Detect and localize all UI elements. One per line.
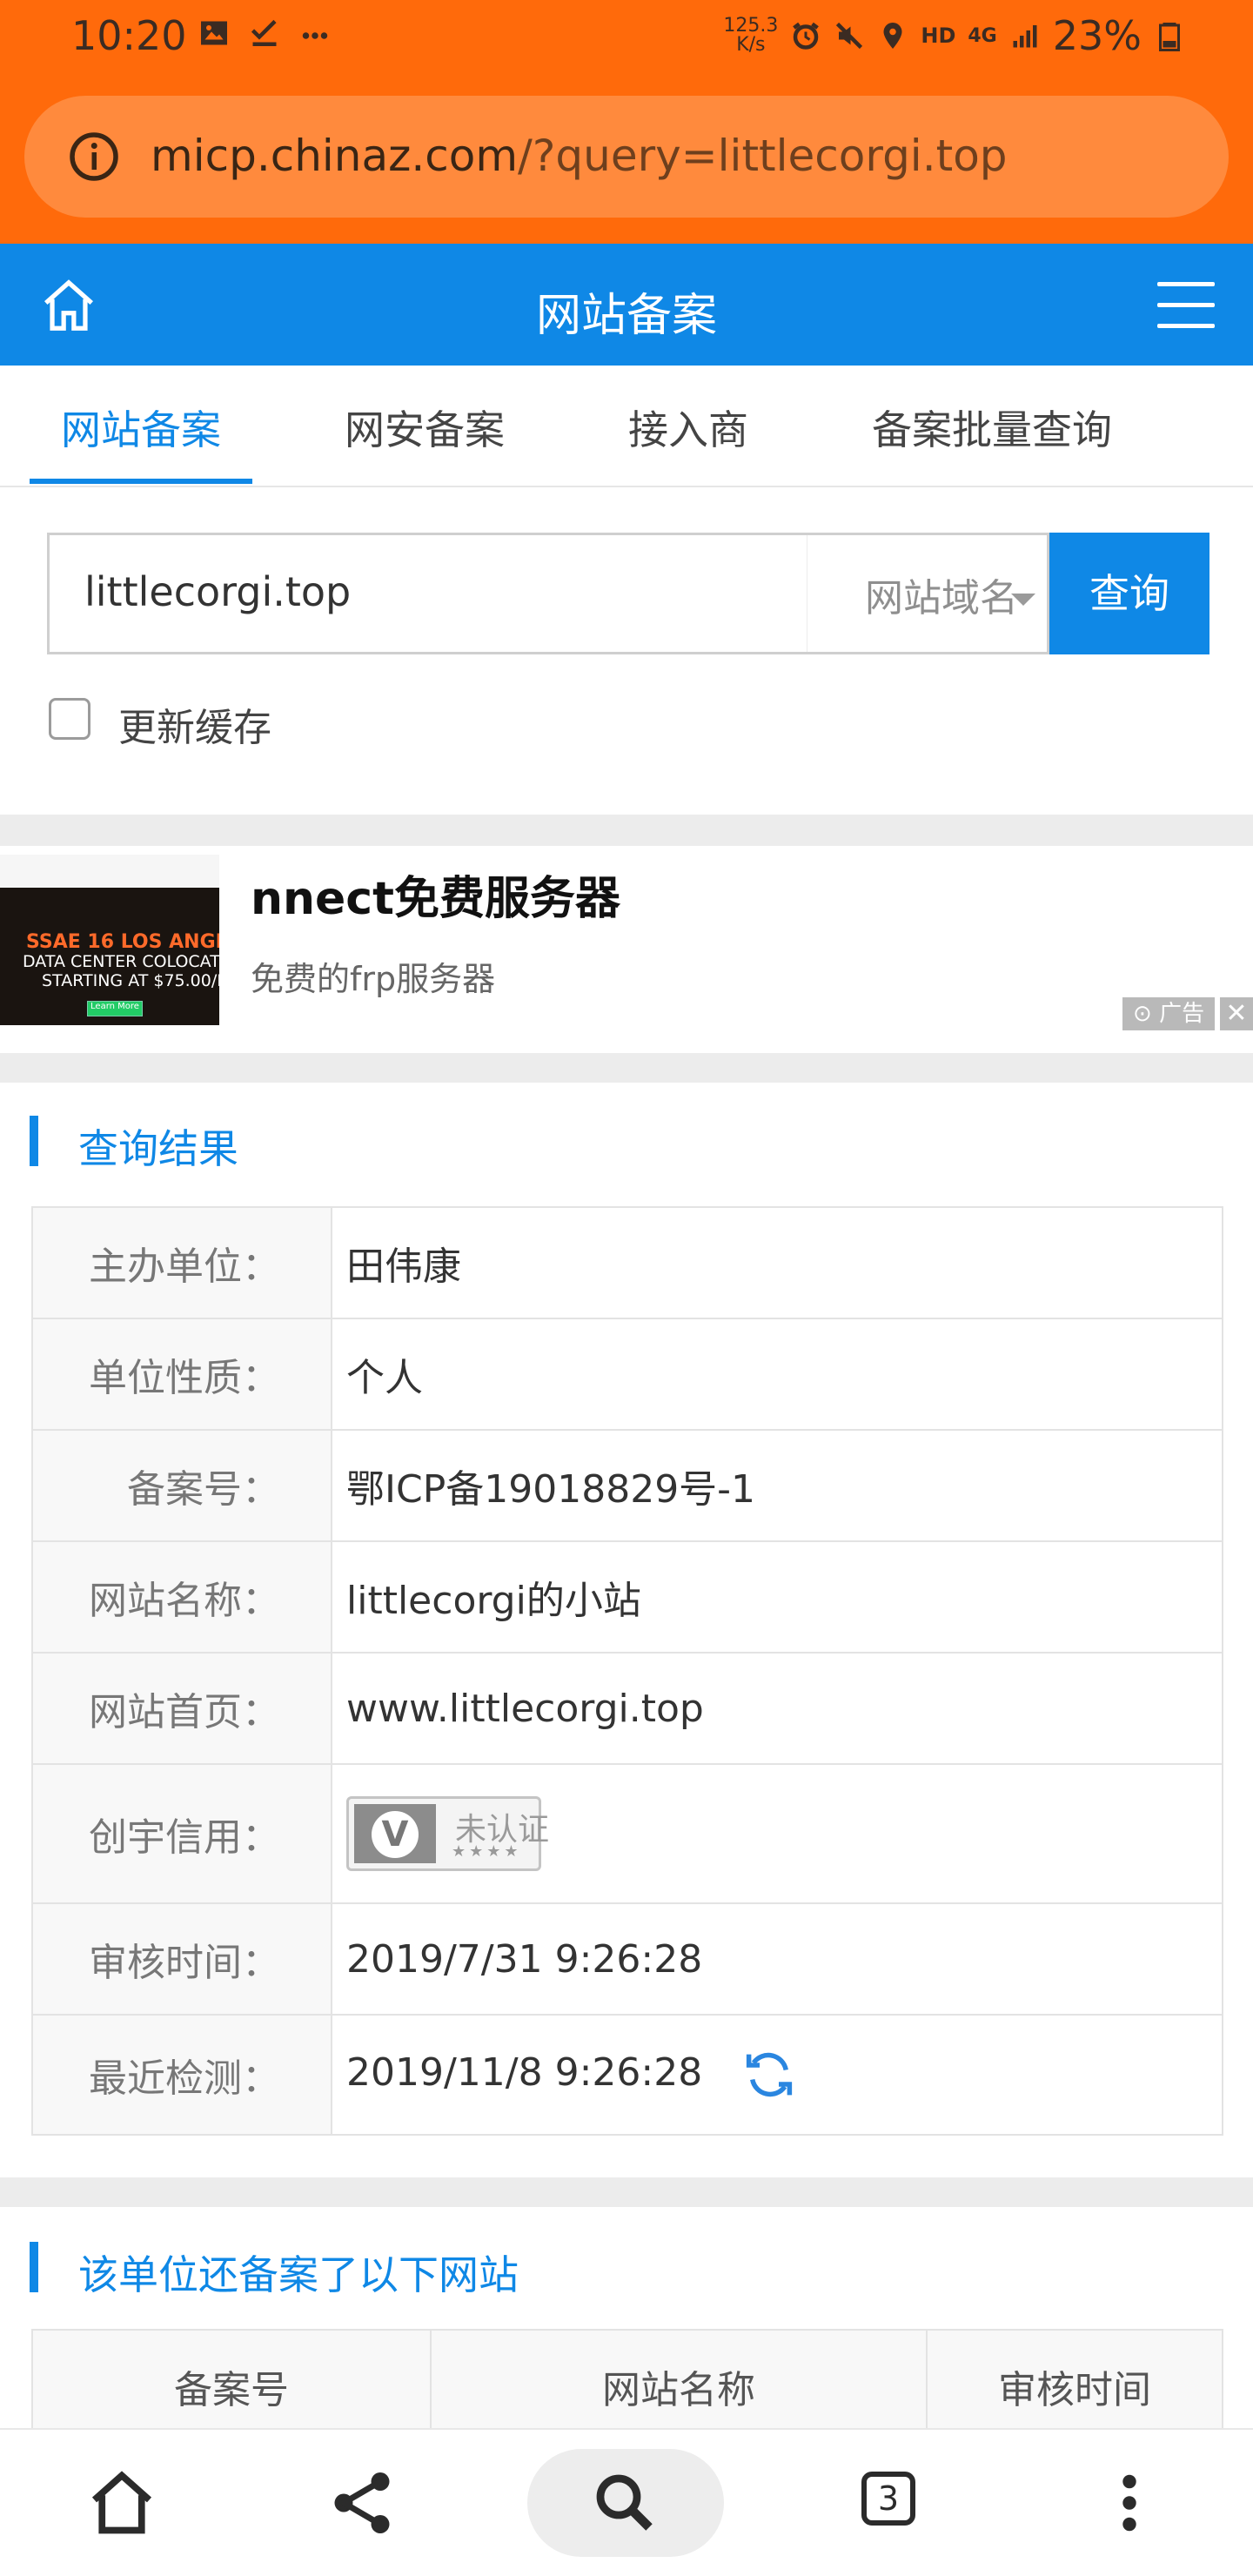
- status-notification-icons: [198, 17, 331, 49]
- section-divider: [0, 2177, 1253, 2207]
- row-key: 备案号：: [31, 1429, 332, 1542]
- search-button[interactable]: 查询: [1049, 533, 1209, 654]
- results-table: 主办单位： 田伟康 单位性质： 个人 备案号： 鄂ICP备19018829号-1…: [31, 1206, 1223, 2136]
- tab-access-provider[interactable]: 接入商: [628, 399, 748, 456]
- row-value: 鄂ICP备19018829号-1: [331, 1429, 1223, 1542]
- location-icon: [883, 23, 902, 49]
- ad-banner[interactable]: SSAE 16 LOS ANGELES DATA CENTER COLOCATI…: [0, 846, 1253, 1053]
- tabs-count-button[interactable]: 3: [861, 2472, 915, 2526]
- ad-choices-icon: ⊙: [1133, 1001, 1152, 1027]
- hd-label: HD: [921, 23, 956, 48]
- task-done-icon: [251, 19, 277, 46]
- cert-stars: ★★★★: [452, 1842, 522, 1861]
- table-header-row: 备案号 网站名称 审核时间: [31, 2329, 1223, 2444]
- close-icon[interactable]: ✕: [1220, 997, 1253, 1030]
- row-key: 单位性质：: [31, 1318, 332, 1431]
- page-title: 网站备案: [535, 290, 717, 342]
- other-sites-table: 备案号 网站名称 审核时间: [31, 2329, 1223, 2444]
- ad-title[interactable]: nnect免费服务器: [251, 862, 620, 927]
- tab-batch-query[interactable]: 备案批量查询: [872, 399, 1112, 456]
- more-vert-icon[interactable]: [1093, 2466, 1166, 2539]
- section-divider: [0, 1053, 1253, 1083]
- tab-bar: 网站备案 网安备案 接入商 备案批量查询: [0, 366, 1253, 487]
- active-tab-indicator: [30, 479, 252, 484]
- tab-public-security-filing[interactable]: 网安备案: [345, 399, 505, 456]
- row-value: 2019/11/8 9:26:28: [331, 2014, 1223, 2136]
- site-info-icon[interactable]: [68, 131, 120, 183]
- search-type-value: 网站域名: [865, 576, 1018, 621]
- tab-website-filing[interactable]: 网站备案: [61, 399, 221, 456]
- other-sites-title: 该单位还备案了以下网站: [78, 2251, 519, 2298]
- cache-option: 更新缓存: [49, 686, 271, 752]
- table-row: 备案号： 鄂ICP备19018829号-1: [31, 1429, 1223, 1542]
- row-value: V 未认证 ★★★★: [331, 1763, 1223, 1904]
- url-domain: micp.chinaz.com: [151, 131, 519, 181]
- row-value: 个人: [331, 1318, 1223, 1431]
- search-button-bottom[interactable]: [527, 2449, 724, 2557]
- address-bar[interactable]: micp.chinaz.com/?query=littlecorgi.top: [24, 96, 1229, 218]
- ad-image[interactable]: SSAE 16 LOS ANGELES DATA CENTER COLOCATI…: [0, 855, 219, 1025]
- row-value: 田伟康: [331, 1206, 1223, 1319]
- table-row: 网站首页： www.littlecorgi.top: [31, 1652, 1223, 1765]
- site-header: 网站备案: [0, 244, 1253, 366]
- row-key: 网站名称：: [31, 1540, 332, 1654]
- search-icon: [596, 2474, 653, 2531]
- network-type: 4G: [968, 24, 997, 47]
- row-key: 创宇信用：: [31, 1763, 332, 1904]
- row-value: 2019/7/31 9:26:28: [331, 1902, 1223, 2016]
- row-key: 审核时间：: [31, 1902, 332, 2016]
- battery-percent: 23%: [1052, 12, 1142, 59]
- url-text[interactable]: micp.chinaz.com/?query=littlecorgi.top: [151, 131, 1008, 181]
- verified-icon: V: [354, 1804, 436, 1863]
- ad-badge[interactable]: ⊙ 广告: [1122, 997, 1216, 1030]
- home-icon[interactable]: [85, 2466, 158, 2539]
- table-row: 主办单位： 田伟康: [31, 1206, 1223, 1319]
- refresh-icon[interactable]: [740, 2046, 798, 2103]
- section-divider: [0, 815, 1253, 846]
- column-header-filing-number: 备案号: [31, 2329, 432, 2444]
- last-check-time: 2019/11/8 9:26:28: [346, 2050, 703, 2095]
- more-notifications-icon: [302, 32, 328, 39]
- image-icon: [201, 21, 227, 45]
- search-area: littlecorgi.top 网站域名 查询 更新缓存: [0, 487, 1253, 815]
- row-key: 网站首页：: [31, 1652, 332, 1765]
- update-cache-checkbox[interactable]: [49, 698, 90, 740]
- status-bar: 10:20 125.3 K/s HD 4G 23%: [0, 0, 1253, 78]
- net-speed: 125.3 K/s: [723, 15, 779, 56]
- url-query: /?query=littlecorgi.top: [518, 131, 1008, 181]
- credit-cert-badge[interactable]: V 未认证 ★★★★: [346, 1796, 549, 1871]
- search-input[interactable]: littlecorgi.top 网站域名: [47, 533, 1049, 654]
- menu-icon[interactable]: [1157, 282, 1215, 329]
- signal-icon: [1013, 25, 1037, 48]
- browser-bottom-bar: 3: [0, 2428, 1253, 2576]
- battery-icon: [1159, 23, 1180, 51]
- ad-subtitle[interactable]: 免费的frp服务器: [251, 952, 495, 1000]
- chevron-down-icon[interactable]: [1011, 594, 1035, 606]
- homepage-link[interactable]: www.littlecorgi.top: [331, 1652, 1223, 1765]
- share-icon[interactable]: [325, 2466, 399, 2539]
- status-time: 10:20: [71, 12, 187, 59]
- row-key: 最近检测：: [31, 2014, 332, 2136]
- column-header-site-name: 网站名称: [430, 2329, 928, 2444]
- table-row: 单位性质： 个人: [31, 1318, 1223, 1431]
- search-input-value: littlecorgi.top: [84, 568, 352, 615]
- alarm-icon: [793, 22, 820, 50]
- status-right: 125.3 K/s HD 4G 23%: [723, 12, 1185, 59]
- results-title: 查询结果: [78, 1125, 238, 1172]
- table-row: 网站名称： littlecorgi的小站: [31, 1540, 1223, 1654]
- row-key: 主办单位：: [31, 1206, 332, 1319]
- column-header-review-time: 审核时间: [926, 2329, 1223, 2444]
- table-row: 最近检测： 2019/11/8 9:26:28: [31, 2014, 1223, 2136]
- mute-icon: [836, 22, 863, 50]
- table-row: 创宇信用： V 未认证 ★★★★: [31, 1763, 1223, 1904]
- browser-toolbar: micp.chinaz.com/?query=littlecorgi.top: [0, 78, 1253, 244]
- row-value: littlecorgi的小站: [331, 1540, 1223, 1654]
- table-row: 审核时间： 2019/7/31 9:26:28: [31, 1902, 1223, 2016]
- update-cache-label: 更新缓存: [118, 706, 271, 750]
